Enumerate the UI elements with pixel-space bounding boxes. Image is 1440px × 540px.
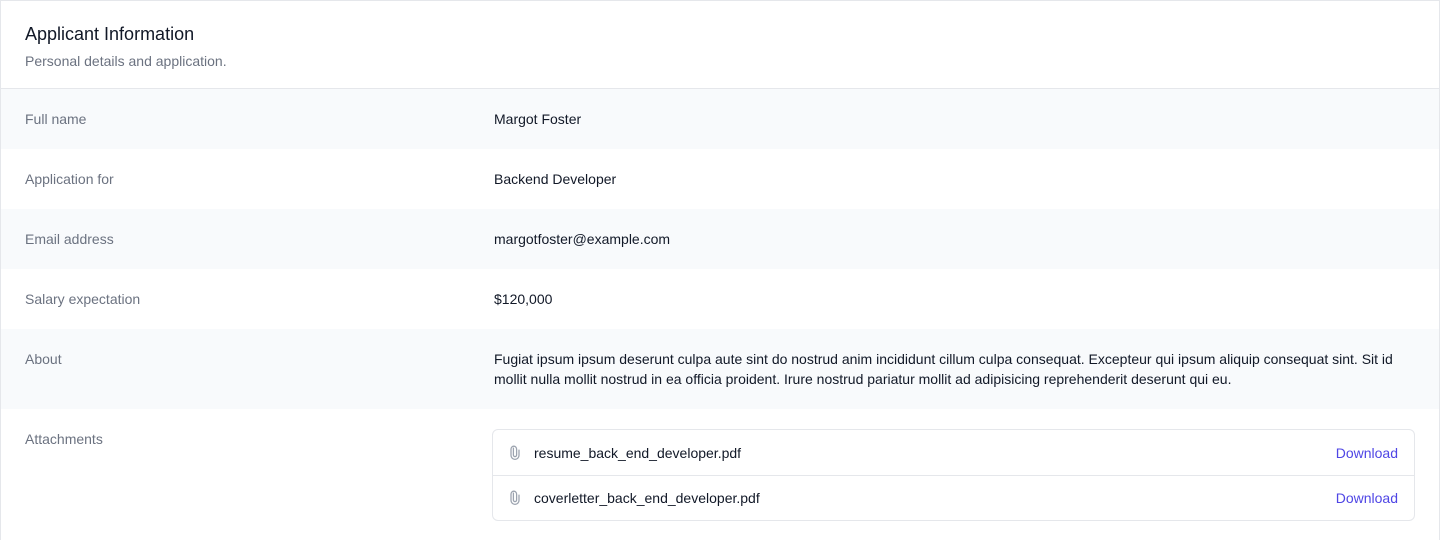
attachments-value: resume_back_end_developer.pdf Download c… bbox=[492, 429, 1415, 540]
paperclip-icon bbox=[507, 445, 523, 461]
salary-label: Salary expectation bbox=[25, 291, 141, 307]
application-for-label: Application for bbox=[25, 171, 114, 187]
card-header: Applicant Information Personal details a… bbox=[1, 1, 1439, 89]
page-subtitle: Personal details and application. bbox=[25, 53, 227, 69]
row-email: Email address margotfoster@example.com bbox=[1, 209, 1439, 269]
row-salary: Salary expectation $120,000 bbox=[1, 269, 1439, 329]
attachment-list: resume_back_end_developer.pdf Download c… bbox=[492, 429, 1415, 521]
download-link[interactable]: Download bbox=[1336, 443, 1398, 463]
row-application-for: Application for Backend Developer bbox=[1, 149, 1439, 209]
paperclip-icon bbox=[507, 490, 523, 506]
email-label: Email address bbox=[25, 231, 114, 247]
attachment-filename: resume_back_end_developer.pdf bbox=[534, 444, 742, 461]
applicant-card: Applicant Information Personal details a… bbox=[0, 0, 1440, 540]
about-label: About bbox=[25, 351, 62, 367]
about-value: Fugiat ipsum ipsum deserunt culpa aute s… bbox=[494, 351, 1393, 387]
email-value: margotfoster@example.com bbox=[494, 231, 671, 247]
full-name-label: Full name bbox=[25, 111, 87, 127]
attachment-item: coverletter_back_end_developer.pdf Downl… bbox=[493, 475, 1414, 520]
row-attachments: Attachments resume_back_end_developer.pd… bbox=[1, 409, 1439, 540]
salary-value: $120,000 bbox=[494, 291, 553, 307]
row-full-name: Full name Margot Foster bbox=[1, 89, 1439, 149]
download-link[interactable]: Download bbox=[1336, 488, 1398, 508]
full-name-value: Margot Foster bbox=[494, 111, 582, 127]
attachment-item: resume_back_end_developer.pdf Download bbox=[493, 430, 1414, 475]
row-about: About Fugiat ipsum ipsum deserunt culpa … bbox=[1, 329, 1439, 409]
attachment-filename: coverletter_back_end_developer.pdf bbox=[534, 490, 760, 506]
application-for-value: Backend Developer bbox=[494, 171, 617, 187]
details-list: Full name Margot Foster Application for … bbox=[1, 89, 1439, 540]
page-title: Applicant Information bbox=[25, 24, 195, 44]
attachments-label: Attachments bbox=[25, 431, 103, 447]
